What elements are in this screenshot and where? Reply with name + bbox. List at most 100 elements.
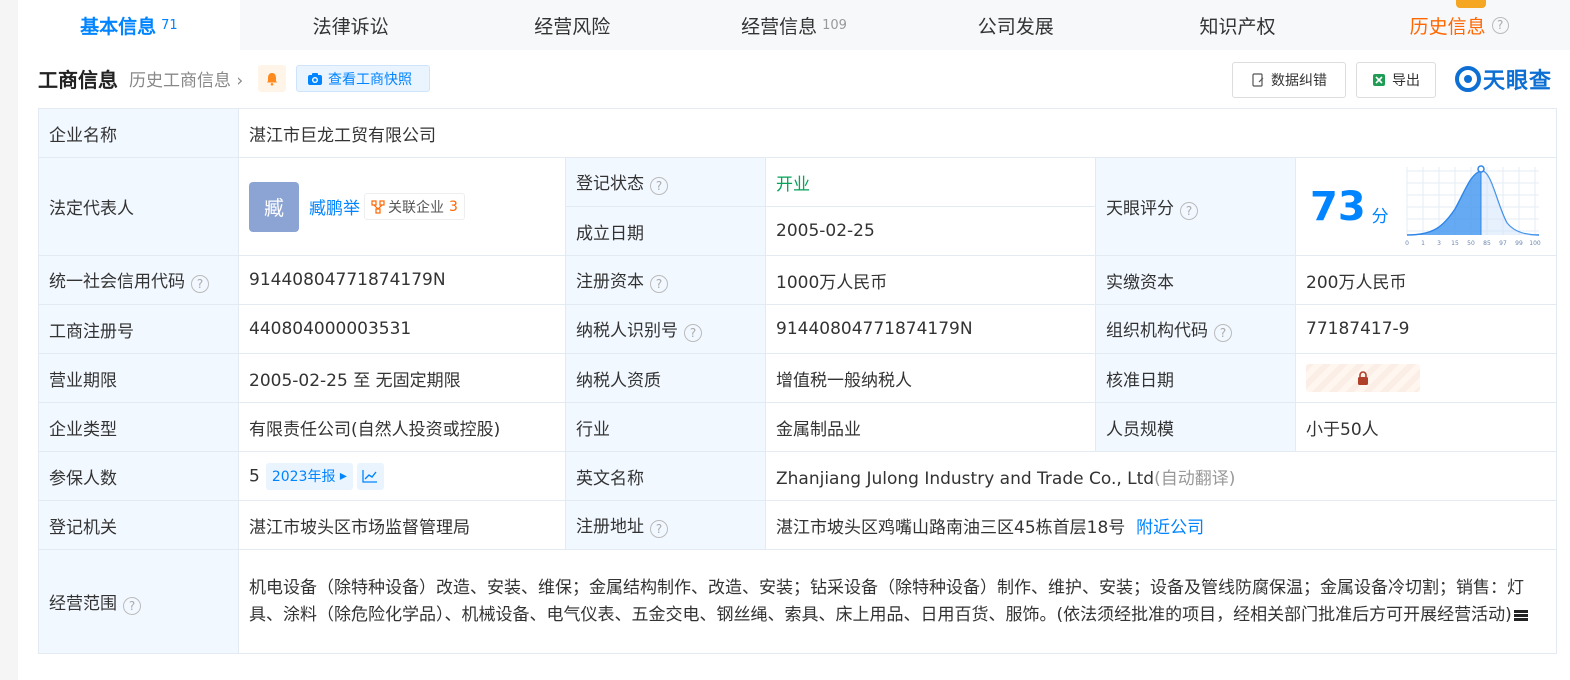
section-title: 工商信息 (38, 68, 118, 92)
english-name-label: 英文名称 (565, 451, 766, 501)
taxpayer-qual-label: 纳税人资质 (565, 353, 766, 403)
reg-no-value: 440804000003531 (238, 304, 566, 354)
bell-icon[interactable] (258, 65, 286, 92)
score-value: 73 (1310, 183, 1366, 230)
score-label: 天眼评分? (1095, 157, 1296, 256)
score-tick-label: 100 (1529, 240, 1541, 247)
help-icon[interactable]: ? (650, 520, 668, 538)
legal-rep-label: 法定代表人 (38, 157, 239, 256)
table-row: 法定代表人 臧臧鹏举 关联企业 3 登记状态? 开业 天眼评分? 73 分 0 … (38, 157, 1558, 256)
industry-value: 金属制品业 (765, 402, 1096, 452)
score-tick-label: 99 (1515, 240, 1523, 247)
address-label: 注册地址? (565, 500, 766, 550)
tab-count: 109 (822, 17, 847, 33)
scope-value: 机电设备（除特种设备）改造、安装、维保；金属结构制作、改造、安装；钻采设备（除特… (249, 577, 1524, 625)
help-icon[interactable]: ? (650, 177, 668, 195)
authority-value: 湛江市坡头区市场监督管理局 (238, 500, 566, 550)
score-tick-label: 15 (1451, 240, 1459, 247)
reg-status-label: 登记状态? (565, 157, 766, 207)
english-name-cell: Zhanjiang Julong Industry and Trade Co.,… (764, 451, 1558, 501)
tab-history[interactable]: 历史信息? (1348, 0, 1570, 50)
nearby-companies-link[interactable]: 附近公司 (1136, 518, 1204, 538)
table-row: 参保人数 5 2023年报 ▸ 英文名称 Zhanjiang Julong Ind… (38, 451, 1558, 501)
locked-value[interactable] (1306, 364, 1420, 392)
view-snapshot-button[interactable]: 查看工商快照 (296, 65, 430, 92)
edit-doc-icon (1252, 73, 1264, 87)
term-label: 营业期限 (38, 353, 239, 403)
score-tick-label: 85 (1483, 240, 1491, 247)
score-tick-label: 1 (1421, 240, 1425, 247)
help-icon[interactable]: ? (684, 324, 702, 342)
credit-code-label: 统一社会信用代码? (38, 255, 239, 305)
found-date-value: 2005-02-25 (765, 206, 1096, 256)
tab-basic-info[interactable]: 基本信息 71 (18, 0, 240, 50)
approve-date-cell (1294, 353, 1558, 403)
org-code-value: 77187417-9 (1294, 304, 1558, 354)
export-button[interactable]: 导出 (1356, 62, 1436, 98)
tab-label: 知识产权 (1199, 15, 1276, 38)
tab-label: 公司发展 (977, 15, 1054, 38)
address-cell: 湛江市坡头区鸡嘴山路南油三区45栋首层18号 附近公司 (764, 500, 1558, 550)
insured-value: 5 (249, 466, 260, 486)
help-icon[interactable]: ? (1214, 324, 1232, 342)
term-value: 2005-02-25 至 无固定期限 (238, 353, 566, 403)
score-tick-label: 3 (1437, 240, 1441, 247)
address-value: 湛江市坡头区鸡嘴山路南油三区45栋首层18号 (776, 517, 1126, 538)
score-distribution-chart[interactable]: 0 1 3 15 50 85 97 99 100 (1403, 164, 1543, 249)
business-info-table: 企业名称 湛江市巨龙工贸有限公司 法定代表人 臧臧鹏举 关联企业 3 登记状态? 开… (38, 108, 1558, 654)
help-icon[interactable]: ? (650, 275, 668, 293)
tab-legal[interactable]: 法律诉讼 (239, 0, 462, 50)
tab-label: 经营信息 (741, 15, 818, 38)
table-row: 经营范围? 机电设备（除特种设备）改造、安装、维保；金属结构制作、改造、安装；钻… (38, 549, 1558, 654)
reg-status-value: 开业 (765, 157, 1096, 207)
reg-no-label: 工商注册号 (38, 304, 239, 354)
scope-cell: 机电设备（除特种设备）改造、安装、维保；金属结构制作、改造、安装；钻采设备（除特… (237, 549, 1558, 654)
type-label: 企业类型 (38, 402, 239, 452)
insured-label: 参保人数 (38, 451, 239, 501)
help-icon[interactable]: ? (123, 596, 141, 615)
history-business-link[interactable]: 历史工商信息 › (129, 66, 243, 91)
help-icon[interactable]: ? (1180, 201, 1198, 220)
tab-label: 历史信息 (1409, 15, 1486, 38)
camera-icon (308, 72, 322, 85)
approve-date-label: 核准日期 (1095, 353, 1296, 403)
avatar[interactable]: 臧 (249, 181, 299, 232)
tab-label: 经营风险 (534, 15, 611, 38)
auto-translate-note: (自动翻译) (1154, 468, 1236, 489)
table-row: 企业类型 有限责任公司(自然人投资或控股) 行业 金属制品业 人员规模 小于50… (38, 402, 1558, 452)
paid-capital-label: 实缴资本 (1095, 255, 1296, 305)
table-row: 登记机关 湛江市坡头区市场监督管理局 注册地址? 湛江市坡头区鸡嘴山路南油三区4… (38, 500, 1558, 550)
network-icon (371, 199, 385, 214)
tab-risk[interactable]: 经营风险 (461, 0, 684, 50)
tab-count: 71 (161, 17, 178, 33)
excel-icon (1373, 74, 1385, 86)
collapse-icon[interactable] (1513, 609, 1528, 621)
tab-operation[interactable]: 经营信息 109 (683, 0, 905, 50)
table-row: 企业名称 湛江市巨龙工贸有限公司 (38, 108, 1558, 158)
vip-badge (1456, 0, 1487, 8)
lock-icon (1358, 371, 1368, 385)
reg-capital-value: 1000万人民币 (765, 255, 1096, 305)
help-icon[interactable]: ? (1491, 16, 1509, 34)
score-tick-label: 97 (1499, 240, 1507, 247)
scope-label: 经营范围? (38, 549, 239, 654)
annual-report-tag[interactable]: 2023年报 ▸ (265, 462, 353, 490)
legal-rep-name-link[interactable]: 臧鹏举 (309, 199, 360, 219)
logo-icon (1455, 66, 1481, 92)
staff-label: 人员规模 (1095, 402, 1296, 452)
staff-value: 小于50人 (1294, 402, 1558, 452)
trend-chart-icon[interactable] (356, 462, 384, 490)
tab-ip[interactable]: 知识产权 (1126, 0, 1349, 50)
score-cell: 73 分 0 1 3 15 50 85 97 99 100 (1294, 157, 1558, 256)
score-tick-label: 0 (1405, 240, 1409, 247)
page: 基本信息 71 法律诉讼 经营风险 经营信息 109 公司发展 知识产权 历史信息?… (18, 0, 1570, 680)
english-name-value: Zhanjiang Julong Industry and Trade Co.,… (776, 468, 1155, 489)
org-code-label: 组织机构代码? (1095, 304, 1296, 354)
score-tick-label: 50 (1467, 240, 1475, 247)
help-icon[interactable]: ? (191, 275, 209, 293)
tab-development[interactable]: 公司发展 (904, 0, 1127, 50)
table-row: 营业期限 2005-02-25 至 无固定期限 纳税人资质 增值税一般纳税人 核… (38, 353, 1558, 403)
data-correction-button[interactable]: 数据纠错 (1232, 62, 1346, 98)
related-companies-tag[interactable]: 关联企业 3 (364, 193, 465, 220)
industry-label: 行业 (565, 402, 766, 452)
